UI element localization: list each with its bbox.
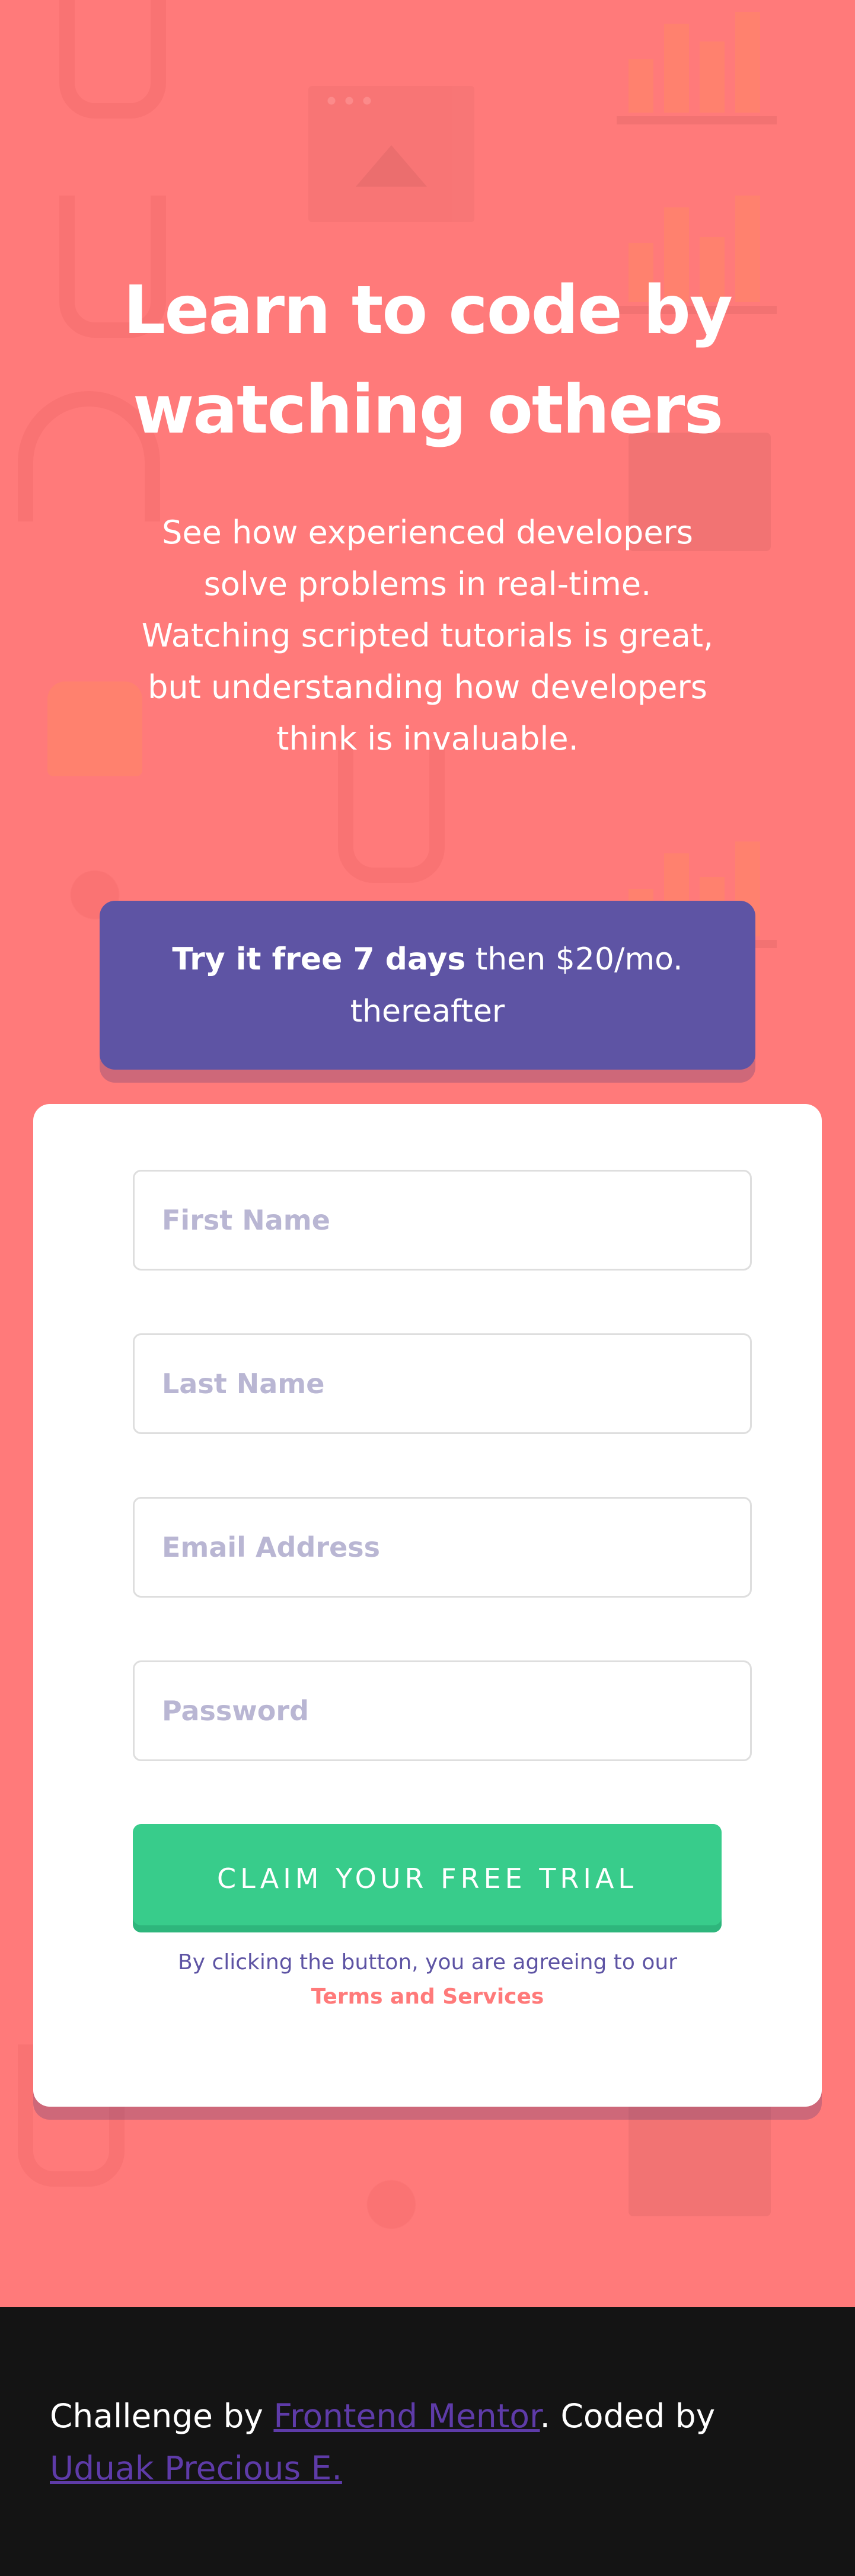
attribution-prefix: Challenge by bbox=[50, 2397, 274, 2435]
signup-form: CLAIM YOUR FREE TRIAL By clicking the bu… bbox=[33, 1104, 822, 2107]
hero-description: See how experienced developers solve pro… bbox=[141, 514, 714, 757]
free-trial-banner: Try it free 7 days then $20/mo. thereaft… bbox=[100, 901, 755, 1070]
free-trial-highlight: Try it free 7 days bbox=[172, 941, 466, 977]
terms-link[interactable]: Terms and Services bbox=[311, 1980, 544, 2014]
attribution-footer: Challenge by Frontend Mentor. Coded by U… bbox=[0, 2307, 855, 2576]
toolbox-icon bbox=[629, 2098, 771, 2216]
last-name-input[interactable] bbox=[133, 1333, 752, 1434]
browser-window-icon bbox=[308, 86, 474, 222]
frontend-mentor-link[interactable]: Frontend Mentor bbox=[273, 2397, 540, 2435]
plug-icon bbox=[59, 0, 166, 119]
author-link[interactable]: Uduak Precious E. bbox=[50, 2449, 342, 2487]
password-input[interactable] bbox=[133, 1660, 752, 1761]
terms-notice-text: By clicking the button, you are agreeing… bbox=[178, 1950, 677, 1975]
terms-notice: By clicking the button, you are agreeing… bbox=[92, 1945, 763, 2014]
bar-chart-icon bbox=[617, 6, 777, 124]
free-trial-text: Try it free 7 days then $20/mo. thereaft… bbox=[153, 933, 702, 1038]
molecule-icon bbox=[332, 2145, 451, 2264]
email-input[interactable] bbox=[133, 1497, 752, 1598]
first-name-input[interactable] bbox=[133, 1170, 752, 1271]
hero-title: Learn to code by watching others bbox=[123, 272, 733, 449]
attribution-middle: . Coded by bbox=[540, 2397, 716, 2435]
claim-free-trial-button[interactable]: CLAIM YOUR FREE TRIAL bbox=[133, 1824, 722, 1932]
hero-background: Learn to code by watching others See how… bbox=[0, 0, 855, 2307]
